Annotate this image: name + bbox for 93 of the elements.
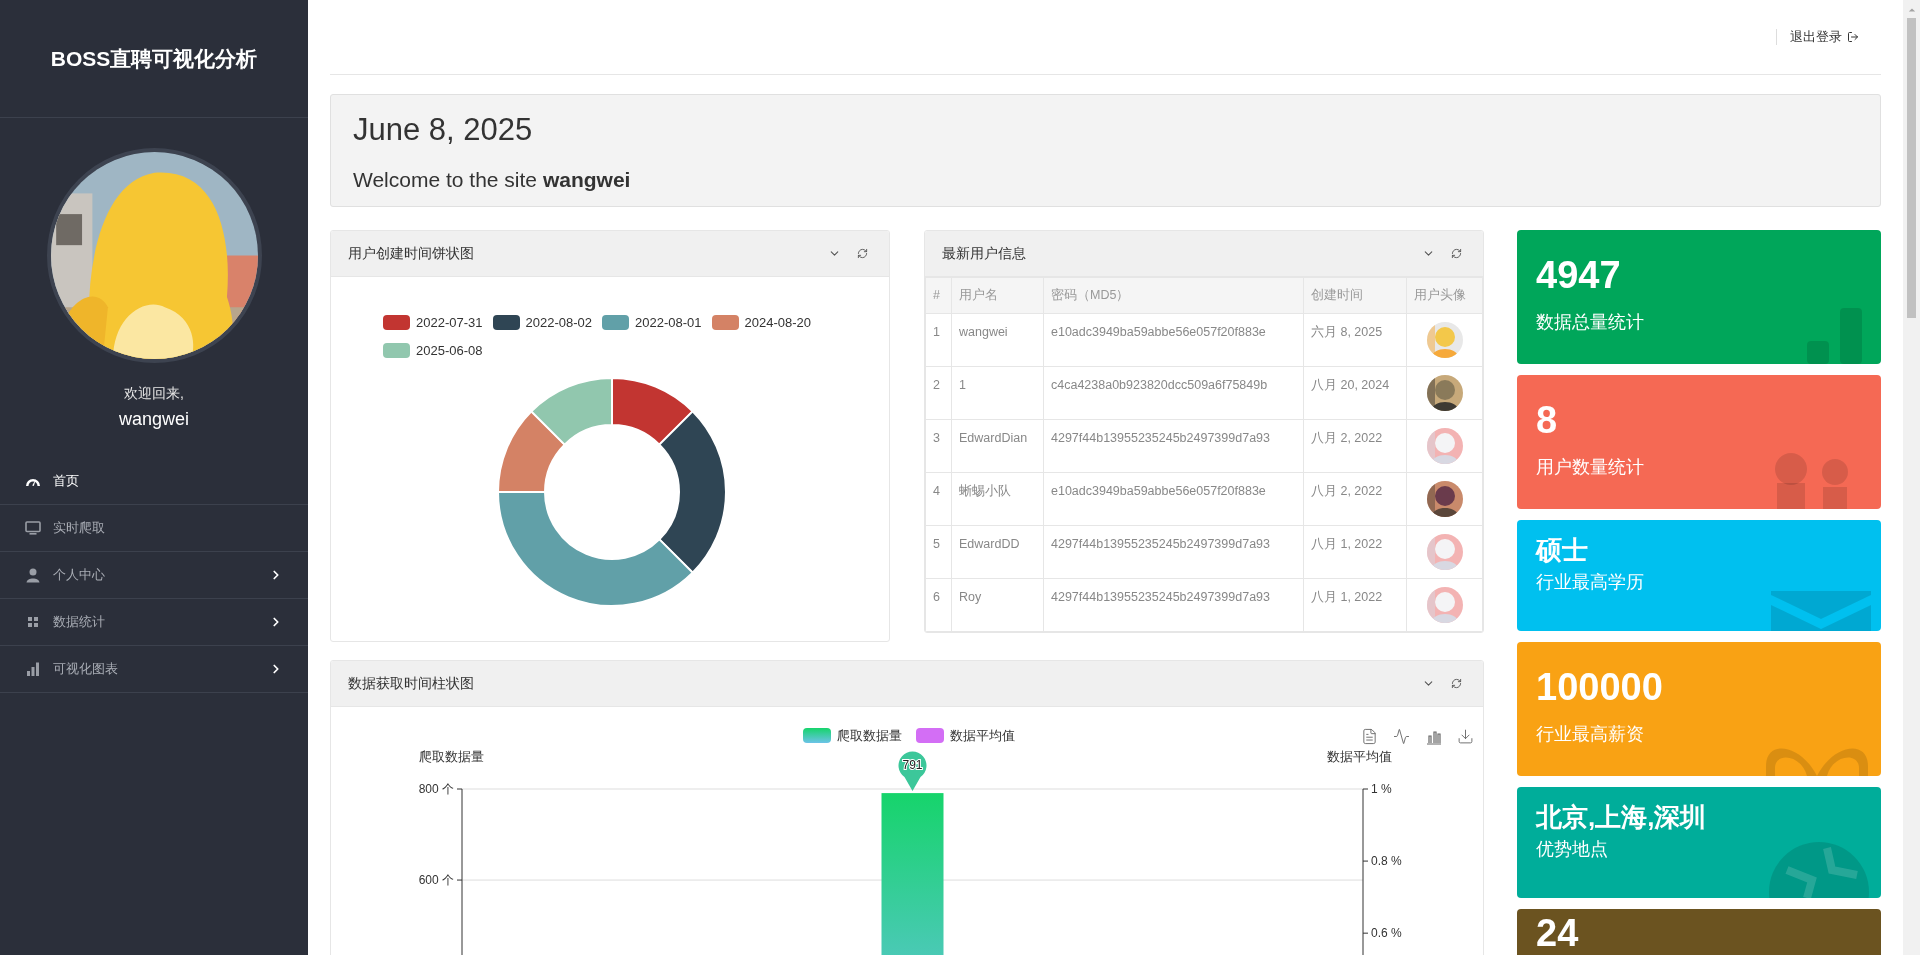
column-header: 用户头像	[1406, 277, 1483, 314]
envelope-icon	[1771, 591, 1871, 631]
panel-title: 最新用户信息	[942, 244, 1027, 263]
table-cell: 八月 20, 2024	[1303, 366, 1407, 420]
table-cell: wangwei	[951, 313, 1044, 367]
table-cell: 1	[951, 366, 1044, 420]
legend-item[interactable]: 2024-08-20	[711, 313, 811, 333]
download-icon[interactable]	[1458, 729, 1473, 744]
table-cell: 八月 2, 2022	[1303, 419, 1407, 473]
stat-value: 24	[1536, 913, 1580, 955]
legend-swatch	[711, 315, 739, 331]
legend-item[interactable]: 2022-08-01	[602, 313, 702, 333]
table-cell: e10adc3949ba59abbe56e057f20f883e	[1043, 313, 1304, 367]
panel-title: 用户创建时间饼状图	[348, 244, 475, 263]
stat-value: 100000	[1536, 667, 1664, 709]
legend-swatch	[383, 315, 410, 331]
stat-label: 数据总量统计	[1536, 310, 1645, 334]
grid-icon	[25, 614, 41, 630]
data-view-icon[interactable]	[1363, 728, 1376, 745]
table-cell: 八月 2, 2022	[1303, 472, 1407, 526]
globe-icon	[1767, 840, 1871, 898]
scrollbar-thumb[interactable]	[1907, 18, 1916, 318]
nav-item[interactable]: 个人中心	[0, 552, 308, 599]
legend-item[interactable]: 爬取数据量	[803, 728, 902, 743]
table-cell: EdwardDian	[951, 419, 1044, 473]
table-cell: 八月 1, 2022	[1303, 578, 1407, 632]
stat-label: 优势地点	[1536, 837, 1609, 861]
nav-item[interactable]: 实时爬取	[0, 505, 308, 552]
username: wangwei	[118, 408, 189, 431]
table-cell: 4297f44b13955235245b2497399d7a93	[1043, 578, 1304, 632]
value-pin	[898, 751, 927, 792]
table-cell: c4ca4238a0b923820dcc509a6f75849b	[1043, 366, 1304, 420]
legend-item[interactable]: 数据平均值	[916, 728, 1015, 743]
table-cell: 4297f44b13955235245b2497399d7a93	[1043, 419, 1304, 473]
table-cell: 蜥蜴小队	[951, 472, 1044, 526]
table-cell: 八月 1, 2022	[1303, 525, 1407, 579]
welcome-message: Welcome to the site wangwei	[353, 166, 632, 193]
table-cell: 5	[925, 525, 952, 579]
legend-swatch	[602, 315, 629, 331]
column-header: 创建时间	[1303, 277, 1407, 314]
tick-label: 0.8 %	[1371, 854, 1402, 869]
table-cell: 1	[925, 313, 952, 367]
legend-item[interactable]: 2022-07-31	[383, 313, 483, 333]
table-cell: EdwardDD	[951, 525, 1044, 579]
stat-label: 行业最高薪资	[1536, 722, 1645, 746]
tick-label: 600 个	[418, 873, 454, 888]
stat-value: 8	[1536, 400, 1559, 442]
stat-label: 用户数量统计	[1536, 455, 1645, 479]
date-heading: June 8, 2025	[353, 111, 534, 149]
refresh-icon[interactable]	[1451, 248, 1462, 259]
legend-item[interactable]: 2022-08-02	[492, 313, 592, 333]
stat-label: 行业最高学历	[1536, 570, 1645, 594]
panel-title: 数据获取时间柱状图	[348, 674, 475, 693]
legend-swatch	[383, 342, 410, 358]
logout-icon	[1847, 31, 1859, 43]
nav-item[interactable]: 数据统计	[0, 599, 308, 646]
logout-link[interactable]: 退出登录	[1790, 27, 1859, 47]
legend-label: 爬取数据量	[837, 728, 902, 743]
legend-label: 数据平均值	[950, 728, 1015, 743]
bar-chart-icon[interactable]	[1426, 731, 1442, 745]
column-header: 用户名	[951, 277, 1044, 314]
table-cell: 4297f44b13955235245b2497399d7a93	[1043, 525, 1304, 579]
monitor-icon	[25, 520, 41, 536]
refresh-icon[interactable]	[1451, 678, 1462, 689]
stat-value: 4947	[1536, 255, 1622, 297]
table-cell: 六月 8, 2025	[1303, 313, 1407, 367]
legend-item[interactable]: 2025-06-08	[383, 340, 483, 360]
table-cell: e10adc3949ba59abbe56e057f20f883e	[1043, 472, 1304, 526]
stat-value: 硕士	[1536, 536, 1589, 565]
nav-item[interactable]: 可视化图表	[0, 646, 308, 693]
tick-label: 0.6 %	[1371, 926, 1402, 941]
column-header: #	[925, 277, 952, 314]
scroll-up-icon[interactable]	[1907, 6, 1916, 14]
data-label: 791	[902, 758, 923, 773]
legend-swatch	[492, 315, 520, 331]
tick-label: 800 个	[418, 782, 454, 796]
greeting: 欢迎回来,	[124, 384, 184, 403]
refresh-icon[interactable]	[857, 248, 868, 259]
bar-chart-icon	[25, 661, 41, 677]
axis-title: 爬取数据量	[418, 749, 484, 764]
axis-title: 数据平均值	[1326, 749, 1392, 764]
line-chart-icon[interactable]	[1393, 728, 1410, 745]
table-cell: 6	[925, 578, 952, 632]
column-header: 密码（MD5）	[1043, 277, 1304, 314]
table-cell: 3	[925, 419, 952, 473]
app-title: BOSS直聘可视化分析	[50, 45, 258, 72]
user-icon	[25, 567, 41, 583]
stat-value: 北京,上海,深圳	[1536, 803, 1708, 832]
table-cell: Roy	[951, 578, 1044, 632]
table-cell: 2	[925, 366, 952, 420]
people-icon	[1773, 453, 1851, 509]
tick-label: 1 %	[1371, 782, 1392, 796]
table-cell: 4	[925, 472, 952, 526]
